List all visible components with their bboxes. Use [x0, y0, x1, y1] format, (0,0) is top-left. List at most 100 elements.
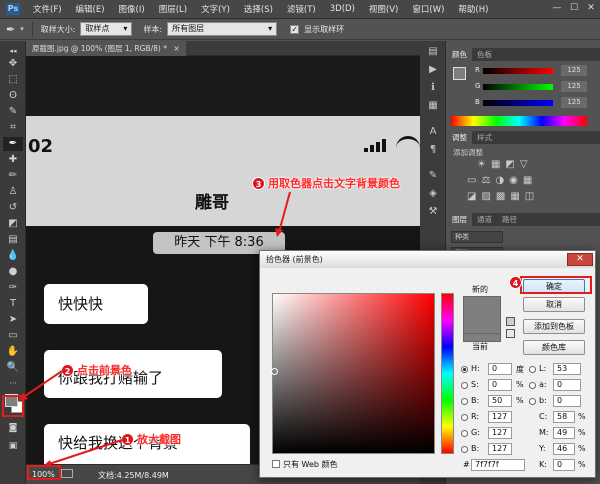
healing-tool-icon[interactable]: ✚ [3, 153, 23, 167]
minimize-button[interactable]: — [550, 2, 564, 14]
menu-edit[interactable]: 编辑(E) [69, 3, 112, 15]
menu-filter[interactable]: 滤镜(T) [280, 3, 323, 15]
b-value[interactable]: 125 [561, 97, 587, 108]
menu-file[interactable]: 文件(F) [26, 3, 69, 15]
gamut-warning-icon[interactable] [506, 329, 515, 338]
panel-fg-swatch[interactable] [453, 67, 466, 80]
layer-kind-select[interactable]: 种类 [451, 231, 503, 243]
m-input[interactable]: 49 [553, 427, 575, 439]
marquee-tool-icon[interactable]: ⬚ [3, 73, 23, 87]
g-slider[interactable] [483, 84, 553, 90]
web-only-checkbox[interactable] [272, 460, 280, 468]
tab-adjustments[interactable]: 调整 [447, 131, 472, 144]
hex-input[interactable]: 7f7f7f [471, 459, 525, 471]
clone-source-icon[interactable]: ◈ [425, 187, 441, 201]
r-radio[interactable] [461, 414, 468, 421]
b-radio[interactable] [461, 398, 468, 405]
menu-layer[interactable]: 图层(L) [152, 3, 194, 15]
tab-channels[interactable]: 通道 [472, 213, 497, 226]
stamp-tool-icon[interactable]: ♙ [3, 185, 23, 199]
lab-b-input[interactable]: 0 [553, 395, 581, 407]
pen-tool-icon[interactable]: ✑ [3, 281, 23, 295]
character-icon[interactable]: A [425, 125, 441, 139]
menu-3d[interactable]: 3D(D) [323, 4, 362, 14]
adjustment-icons-row2[interactable]: ▭⚖◑◉▦ [467, 175, 537, 186]
g-radio[interactable] [461, 430, 468, 437]
sample-size-select[interactable]: 取样点 ▾ [80, 22, 133, 36]
show-ring-checkbox[interactable]: ✓ [290, 24, 300, 34]
actions-icon[interactable]: ▶ [425, 63, 441, 77]
move-tool-icon[interactable]: ✥ [3, 57, 23, 71]
hand-tool-icon[interactable]: ✋ [3, 345, 23, 359]
adjustment-icons-row1[interactable]: ☀▦◩▽ [477, 159, 533, 170]
history-brush-icon[interactable]: ↺ [3, 201, 23, 215]
hue-slider[interactable] [441, 293, 454, 454]
menu-view[interactable]: 视图(V) [362, 3, 405, 15]
maximize-button[interactable]: ☐ [567, 2, 581, 14]
collapse-icon[interactable]: ◂◂ [3, 44, 23, 58]
menu-image[interactable]: 图像(I) [112, 3, 152, 15]
quick-mask-icon[interactable]: ◙ [3, 421, 23, 435]
gradient-tool-icon[interactable]: ▤ [3, 233, 23, 247]
path-select-icon[interactable]: ➤ [3, 313, 23, 327]
close-button[interactable]: ✕ [584, 2, 598, 14]
eyedropper-icon[interactable]: ✒ [6, 23, 15, 36]
lab-b-radio[interactable] [529, 398, 536, 405]
tab-swatches[interactable]: 色板 [472, 48, 497, 61]
eyedropper-tool-icon[interactable]: ✒ [3, 137, 23, 151]
g-value[interactable]: 125 [561, 81, 587, 92]
b-input[interactable]: 50 [488, 395, 512, 407]
brush-presets-icon[interactable]: ✎ [425, 169, 441, 183]
lasso-tool-icon[interactable]: ʘ [3, 89, 23, 103]
brush-tool-icon[interactable]: ✏ [3, 169, 23, 183]
c-input[interactable]: 58 [553, 411, 575, 423]
crop-tool-icon[interactable]: ⌗ [3, 121, 23, 135]
a-radio[interactable] [529, 382, 536, 389]
screen-mode-icon[interactable]: ▣ [3, 439, 23, 453]
eraser-tool-icon[interactable]: ◩ [3, 217, 23, 231]
cancel-button[interactable]: 取消 [523, 297, 585, 312]
menu-type[interactable]: 文字(Y) [194, 3, 237, 15]
h-radio[interactable] [461, 366, 468, 373]
b-slider[interactable] [483, 100, 553, 106]
menu-select[interactable]: 选择(S) [237, 3, 280, 15]
k-input[interactable]: 0 [553, 459, 575, 471]
l-input[interactable]: 53 [553, 363, 581, 375]
blue-input[interactable]: 127 [488, 443, 512, 455]
h-input[interactable]: 0 [488, 363, 512, 375]
tab-styles[interactable]: 样式 [472, 131, 497, 144]
paragraph-icon[interactable]: ¶ [425, 143, 441, 157]
close-tab-icon[interactable]: × [173, 44, 179, 53]
info-icon[interactable]: ℹ [425, 81, 441, 95]
dodge-tool-icon[interactable]: ● [3, 265, 23, 279]
chevron-down-icon[interactable]: ▾ [20, 25, 24, 33]
g-input[interactable]: 127 [488, 427, 512, 439]
quick-select-tool-icon[interactable]: ✎ [3, 105, 23, 119]
menu-help[interactable]: 帮助(H) [451, 3, 495, 15]
r-slider[interactable] [483, 68, 553, 74]
l-radio[interactable] [529, 366, 536, 373]
tool-presets-icon[interactable]: ⚒ [425, 205, 441, 219]
a-input[interactable]: 0 [553, 379, 581, 391]
color-libraries-button[interactable]: 颜色库 [523, 340, 585, 355]
tab-paths[interactable]: 路径 [497, 213, 522, 226]
r-value[interactable]: 125 [561, 65, 587, 76]
color-field-cursor[interactable] [271, 368, 278, 375]
close-icon[interactable]: ✕ [567, 253, 593, 266]
s-radio[interactable] [461, 382, 468, 389]
document-tab[interactable]: 原截图.jpg @ 100% (图层 1, RGB/8) * × [26, 41, 186, 56]
history-icon[interactable]: ▤ [425, 45, 441, 59]
sample-select[interactable]: 所有图层 ▾ [167, 22, 278, 36]
color-field[interactable] [272, 293, 435, 454]
tab-layers[interactable]: 图层 [447, 213, 472, 226]
shape-tool-icon[interactable]: ▭ [3, 329, 23, 343]
adjustment-icons-row3[interactable]: ◪▨▩▦◫ [467, 191, 539, 202]
r-input[interactable]: 127 [488, 411, 512, 423]
properties-icon[interactable]: ▦ [425, 99, 441, 113]
blur-tool-icon[interactable]: 💧 [3, 249, 23, 263]
menu-window[interactable]: 窗口(W) [405, 3, 451, 15]
color-ramp[interactable] [451, 116, 587, 126]
tab-color[interactable]: 颜色 [447, 48, 472, 61]
add-to-swatches-button[interactable]: 添加到色板 [523, 319, 585, 334]
s-input[interactable]: 0 [488, 379, 512, 391]
